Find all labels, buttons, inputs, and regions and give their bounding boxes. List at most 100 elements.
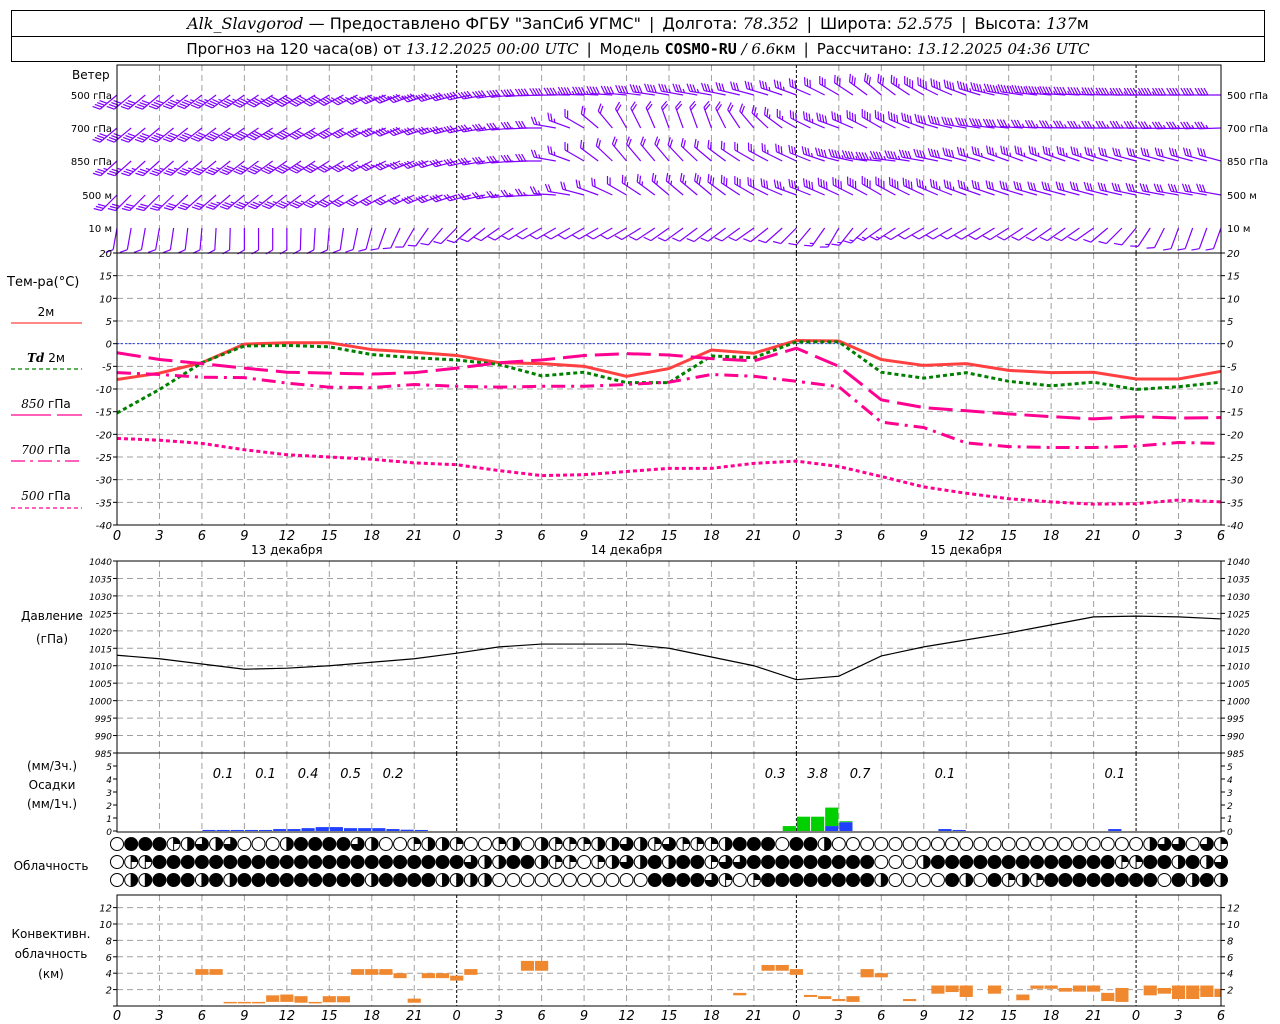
wind-barb-feather	[696, 140, 699, 149]
cloud-cover-symbol	[435, 855, 450, 869]
cloud-half-fill	[470, 873, 478, 887]
cloud-cover-symbol	[265, 837, 280, 851]
wind-barb	[176, 94, 203, 110]
cloud-cover-symbol	[662, 855, 676, 869]
wind-barb-feather	[1019, 182, 1023, 191]
cloud-circle	[308, 873, 323, 887]
temp-tick-label: -25	[96, 453, 112, 464]
cloud-cover-symbol	[562, 837, 577, 851]
wind-barb	[727, 102, 741, 129]
wind-barb	[176, 127, 203, 143]
wind-barb-feather	[851, 75, 854, 84]
wind-barb-feather	[788, 242, 797, 246]
wind-barb-half-feather	[656, 180, 659, 185]
wind-barb-feather	[791, 145, 794, 155]
convective-cloud-bar	[365, 969, 379, 975]
convective-cloud-bar	[1186, 985, 1200, 1000]
wind-barb-feather	[133, 249, 142, 253]
wind-barb-staff	[299, 227, 302, 251]
wind-barb-feather	[759, 80, 762, 89]
cloud-cover-symbol	[930, 837, 945, 851]
wind-barb	[233, 194, 259, 210]
convective-hour-label: 12	[618, 1009, 635, 1024]
convective-hour-label: 21	[406, 1009, 423, 1024]
cloud-cover-symbol	[633, 873, 648, 887]
cloud-circle	[817, 855, 832, 869]
temp-hour-label: 18	[703, 529, 720, 544]
wind-barb-feather	[950, 118, 954, 126]
cloud-cover-symbol	[294, 837, 308, 851]
cloud-cover-symbol	[704, 873, 719, 887]
wind-barb	[163, 194, 189, 211]
wind-barb-feather	[721, 83, 725, 92]
temp-tick-label-right: 5	[1227, 317, 1233, 328]
wind-barb-feather	[125, 134, 134, 139]
pressure-tick-label-right: 1005	[1227, 680, 1250, 690]
convective-cloud-bar	[945, 985, 959, 993]
cloud-circle	[138, 837, 153, 851]
wind-barb-feather	[181, 101, 190, 106]
convective-cloud-bar	[803, 994, 818, 997]
cloud-quarter-fill	[1121, 855, 1129, 862]
cloud-cover-symbol	[308, 873, 323, 887]
wind-barb-feather	[973, 82, 977, 91]
pressure-unit: (гПа)	[35, 632, 69, 646]
cloud-circle	[761, 855, 776, 869]
wind-barb-feather	[1171, 148, 1175, 157]
temp-hour-label: 15	[321, 529, 338, 544]
temp-hour-label: 21	[1085, 529, 1102, 544]
wind-barb-feather	[773, 79, 777, 88]
wind-barb-feather	[654, 136, 659, 145]
wind-barb-feather	[944, 116, 949, 125]
cloud-cover-symbol	[746, 873, 761, 887]
wind-barb-feather	[703, 83, 708, 92]
cloud-cover-symbol	[1199, 855, 1214, 869]
wind-barb-feather	[983, 83, 988, 92]
wind-barb-feather	[991, 182, 995, 191]
wind-barb-feather	[264, 203, 273, 208]
wind-barb-feather	[181, 134, 190, 139]
temp-tick-label-right: 20	[1227, 249, 1240, 260]
cloud-cover-symbol	[166, 873, 181, 887]
wind-barb	[788, 227, 811, 246]
wind-barb-feather	[843, 240, 852, 244]
convective-hour-label: 0	[792, 1009, 800, 1024]
cloud-cover-symbol	[647, 873, 662, 887]
wind-barb	[407, 227, 429, 247]
wind-barb-feather	[139, 134, 148, 139]
cloud-circle	[973, 855, 988, 869]
wind-barb-feather	[728, 236, 737, 242]
wind-barb-staff	[621, 182, 642, 196]
wind-barb-half-feather	[260, 98, 265, 101]
cloud-circle	[1015, 855, 1030, 869]
cloud-cover-symbol	[846, 855, 860, 869]
wind-barb-feather	[236, 203, 245, 208]
convective-hour-label: 12	[958, 1009, 975, 1024]
wind-barb-feather	[776, 80, 780, 89]
precip-3h-total: 0.2	[383, 767, 404, 782]
cloud-circle	[831, 837, 846, 851]
cloud-cover-symbol	[350, 837, 365, 851]
convective-cloud-bar	[1171, 985, 1186, 1000]
wind-barb-feather	[775, 143, 778, 152]
wind-barb-feather	[224, 201, 233, 206]
cloud-cover-symbol	[987, 855, 1002, 869]
wind-barb-feather	[836, 113, 839, 122]
wind-barb-feather	[543, 234, 552, 240]
cloud-cover-symbol	[718, 873, 733, 887]
wind-barb-staff	[636, 181, 656, 196]
convective-tick-label-right: 12	[1227, 904, 1240, 915]
wind-barb-half-feather	[176, 99, 181, 102]
wind-level-label-right: 700 гПа	[1227, 124, 1268, 135]
precip-tick-label: 3	[106, 789, 112, 799]
temp-label: Тем-ра(°C)	[7, 275, 80, 290]
wind-barb	[279, 228, 288, 255]
cloud-circle	[775, 873, 790, 887]
wind-barb-feather	[664, 84, 668, 93]
wind-barb	[191, 160, 217, 176]
wind-barb	[192, 227, 203, 254]
wind-barb-feather	[904, 150, 909, 159]
wind-barb-feather	[1039, 236, 1048, 242]
wind-barb-staff	[1212, 227, 1222, 249]
wind-barb-feather	[167, 101, 176, 106]
